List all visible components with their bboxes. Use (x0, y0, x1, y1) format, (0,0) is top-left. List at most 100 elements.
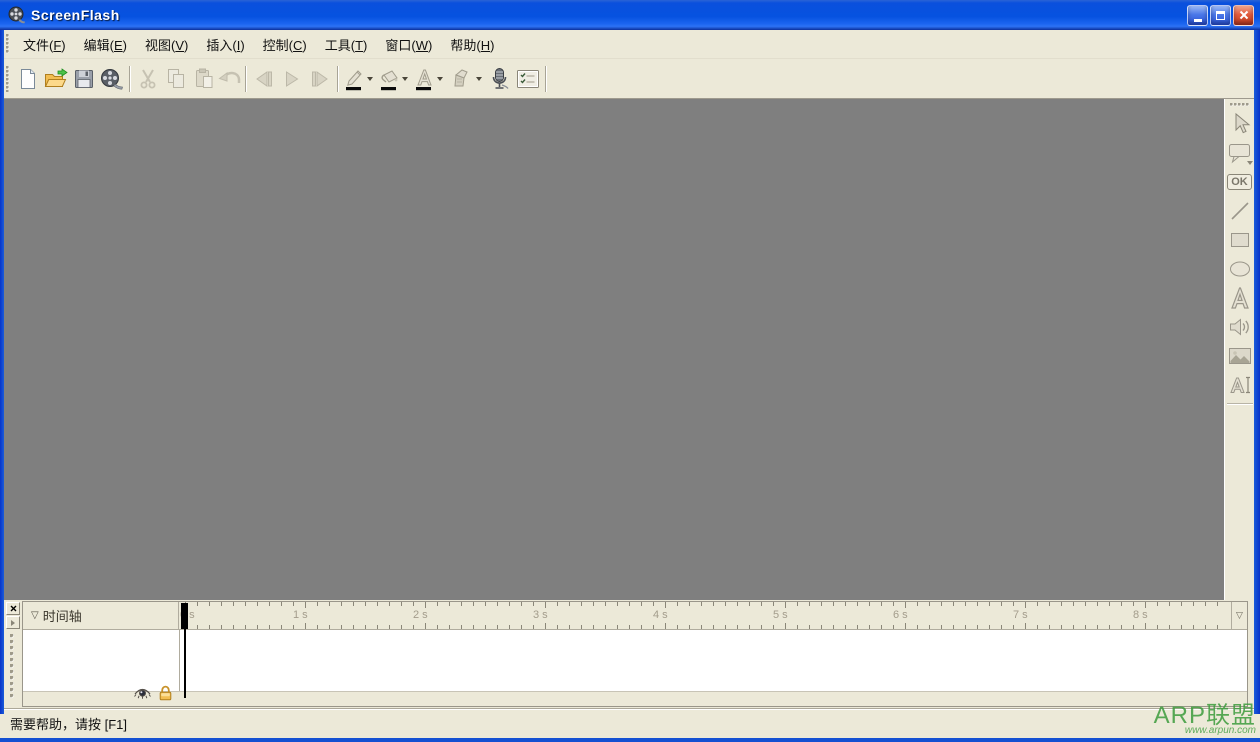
timeline-expand-button[interactable] (6, 616, 20, 629)
record-sound-button[interactable] (486, 65, 514, 93)
ruler-tick (905, 602, 906, 608)
pen-color-dropdown-icon[interactable] (367, 76, 373, 81)
ruler-tick (1109, 625, 1110, 629)
ruler-tick (629, 625, 630, 629)
undo-icon (218, 71, 241, 83)
shape-style-button[interactable] (447, 65, 475, 93)
image-icon (1228, 348, 1251, 364)
ruler-tick (1121, 602, 1122, 606)
timeline-ruler[interactable]: 0 s1 s2 s3 s4 s5 s6 s7 s8 s (180, 602, 1231, 629)
ruler-tick (1037, 602, 1038, 606)
image-tool-button[interactable] (1227, 343, 1253, 369)
ruler-options-button[interactable]: ▽ (1231, 602, 1247, 629)
export-movie-icon (101, 68, 123, 90)
text-edit-tool-button[interactable] (1227, 372, 1253, 398)
ellipse-tool-button[interactable] (1227, 256, 1253, 282)
ruler-tick (1085, 625, 1086, 629)
lock-icon[interactable] (158, 685, 173, 701)
select-tool-button[interactable] (1227, 111, 1253, 137)
palette-grip-handle[interactable] (1229, 103, 1250, 107)
paste-button[interactable] (190, 65, 218, 93)
ruler-tick (929, 602, 930, 606)
menu-item-help[interactable]: 帮助(H) (441, 31, 503, 58)
menu-item-window[interactable]: 窗口(W) (376, 31, 441, 58)
ruler-tick (1049, 625, 1050, 629)
timeline-panel: ▽ 时间轴 0 s1 s2 s3 s4 s5 s6 s7 s8 s ▽ (22, 601, 1248, 707)
ruler-tick (581, 602, 582, 606)
sound-tool-button[interactable] (1227, 314, 1253, 340)
ruler-label: 6 s (893, 609, 908, 621)
ruler-tick (1169, 625, 1170, 629)
ruler-tick (473, 625, 474, 629)
font-color-button[interactable] (412, 65, 436, 93)
save-button[interactable] (70, 65, 98, 93)
ok-button-tool-button[interactable]: OK (1227, 169, 1253, 195)
collapse-triangle-icon[interactable]: ▽ (31, 610, 39, 621)
font-color-dropdown-icon[interactable] (437, 76, 443, 81)
toolbar-separator (337, 65, 339, 92)
ruler-tick (1193, 602, 1194, 606)
ruler-tick (545, 623, 546, 629)
title-bar[interactable]: ScreenFlash (0, 0, 1260, 30)
toolbar-separator (245, 65, 247, 92)
undo-button[interactable] (218, 65, 242, 93)
open-button[interactable] (42, 65, 70, 93)
playhead[interactable] (181, 603, 188, 629)
previous-frame-button[interactable] (250, 65, 278, 93)
rectangle-tool-button[interactable] (1227, 227, 1253, 253)
close-button[interactable] (1233, 4, 1254, 26)
menu-item-file[interactable]: 文件(F) (14, 31, 75, 58)
quiz-form-button[interactable] (514, 65, 542, 93)
timeline-close-button[interactable] (6, 602, 20, 615)
ruler-tick (965, 602, 966, 606)
pen-color-button[interactable] (342, 65, 366, 93)
new-document-button[interactable] (14, 65, 42, 93)
callout-tool-button[interactable] (1227, 140, 1253, 166)
menubar-grip-handle[interactable] (6, 34, 10, 54)
fill-color-dropdown-icon[interactable] (402, 76, 408, 81)
visibility-eye-icon[interactable] (133, 687, 152, 700)
ruler-tick (1025, 602, 1026, 608)
ruler-tick (989, 602, 990, 606)
menu-item-edit[interactable]: 编辑(E) (75, 31, 136, 58)
copy-button[interactable] (162, 65, 190, 93)
timeline-grip-handle[interactable] (10, 634, 14, 700)
ruler-tick (473, 602, 474, 606)
ruler-tick (749, 625, 750, 629)
timeline-title-cell[interactable]: ▽ 时间轴 (23, 602, 179, 629)
cut-button[interactable] (134, 65, 162, 93)
ruler-tick (953, 602, 954, 606)
menu-item-control[interactable]: 控制(C) (254, 31, 316, 58)
shape-style-dropdown-icon[interactable] (476, 76, 482, 81)
text-tool-button[interactable] (1227, 285, 1253, 311)
close-icon (10, 605, 16, 612)
menu-item-view[interactable]: 视图(V) (136, 31, 197, 58)
cut-icon (140, 68, 156, 88)
ruler-tick (497, 625, 498, 629)
ruler-label: 2 s (413, 609, 428, 621)
tool-palette: OK (1224, 99, 1254, 600)
ruler-tick (869, 625, 870, 629)
shape-style-icon (454, 68, 468, 86)
timeline-footer (23, 685, 1247, 706)
ruler-tick (1157, 602, 1158, 606)
ruler-label: 4 s (653, 609, 668, 621)
menu-item-insert[interactable]: 插入(I) (197, 31, 253, 58)
maximize-button[interactable] (1210, 4, 1231, 26)
ruler-tick (785, 623, 786, 629)
play-button[interactable] (278, 65, 306, 93)
line-tool-button[interactable] (1227, 198, 1253, 224)
toolbar-grip-handle[interactable] (6, 65, 10, 92)
font-color-icon (416, 69, 432, 90)
timeline-tracks-area[interactable] (23, 630, 1247, 692)
ruler-tick (257, 625, 258, 629)
next-frame-button[interactable] (306, 65, 334, 93)
ruler-tick (797, 625, 798, 629)
minimize-button[interactable] (1187, 4, 1208, 26)
fill-color-button[interactable] (377, 65, 401, 93)
menu-item-tools[interactable]: 工具(T) (316, 31, 377, 58)
ruler-tick (509, 625, 510, 629)
export-movie-button[interactable] (98, 65, 126, 93)
ruler-tick (245, 625, 246, 629)
stage-canvas[interactable] (4, 99, 1224, 600)
